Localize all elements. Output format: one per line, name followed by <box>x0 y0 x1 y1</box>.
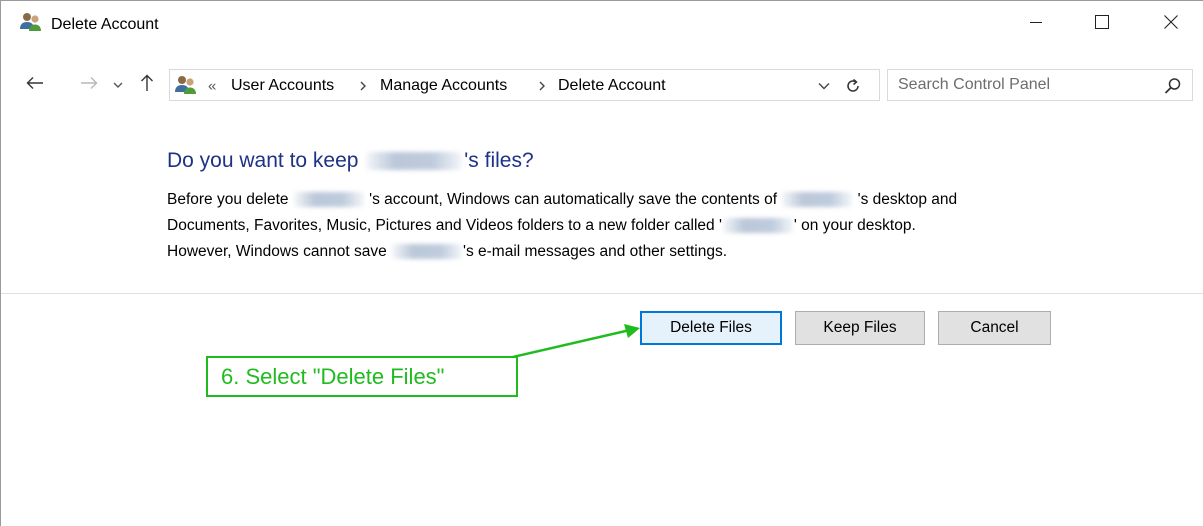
recent-locations-button[interactable] <box>110 73 126 97</box>
title-bar: Delete Account <box>1 1 1203 47</box>
search-icon[interactable] <box>1164 77 1182 95</box>
close-button[interactable] <box>1148 7 1194 41</box>
description-segment: Documents, Favorites, Music, Pictures an… <box>167 217 722 234</box>
description-line-3: However, Windows cannot save 's e-mail m… <box>167 239 1067 265</box>
breadcrumb-delete-account[interactable]: Delete Account <box>558 77 666 95</box>
description-line-1: Before you delete 's account, Windows ca… <box>167 187 1067 213</box>
arrow-right-icon <box>80 76 98 95</box>
maximize-button[interactable] <box>1079 7 1125 41</box>
redacted-username <box>722 218 793 234</box>
user-accounts-icon <box>19 11 43 33</box>
redacted-username <box>782 192 853 208</box>
minimize-icon <box>1030 15 1042 33</box>
minimize-button[interactable] <box>1013 7 1059 41</box>
keep-files-button[interactable]: Keep Files <box>795 311 925 345</box>
description-text: Before you delete 's account, Windows ca… <box>167 187 1067 265</box>
redacted-username <box>392 244 462 260</box>
maximize-icon <box>1095 14 1109 34</box>
arrow-up-icon <box>140 74 154 97</box>
forward-button[interactable] <box>77 73 101 97</box>
page-heading: Do you want to keep 's files? <box>167 149 534 173</box>
refresh-icon[interactable] <box>842 75 864 97</box>
breadcrumb-user-accounts[interactable]: User Accounts <box>231 77 334 95</box>
heading-suffix: 's files? <box>464 149 534 172</box>
breadcrumb-separator-icon[interactable] <box>537 79 547 93</box>
description-line-2: Documents, Favorites, Music, Pictures an… <box>167 213 1067 239</box>
search-input[interactable] <box>898 73 1148 97</box>
chevron-down-icon <box>113 76 123 94</box>
description-segment: 's account, Windows can automatically sa… <box>369 191 778 208</box>
description-segment: ' on your desktop. <box>793 217 916 234</box>
annotation-callout: 6. Select "Delete Files" <box>206 356 518 397</box>
search-box[interactable] <box>887 69 1193 101</box>
address-dropdown-icon[interactable] <box>815 77 833 95</box>
delete-files-button[interactable]: Delete Files <box>640 311 782 345</box>
content-divider <box>1 293 1203 294</box>
navigation-bar: « User Accounts Manage Accounts Delete A… <box>1 63 1203 105</box>
delete-account-window: Delete Account « User Accounts Manage Ac… <box>0 0 1203 526</box>
description-segment: However, Windows cannot save <box>167 243 387 260</box>
heading-prefix: Do you want to keep <box>167 149 359 172</box>
breadcrumb-manage-accounts[interactable]: Manage Accounts <box>380 77 507 95</box>
breadcrumb-overflow[interactable]: « <box>208 78 216 95</box>
address-bar[interactable]: « User Accounts Manage Accounts Delete A… <box>169 69 880 101</box>
description-segment: Before you delete <box>167 191 289 208</box>
description-segment: 's desktop and <box>857 191 958 208</box>
arrow-left-icon <box>26 76 44 95</box>
control-panel-icon <box>174 74 198 96</box>
description-segment: 's e-mail messages and other settings. <box>463 243 727 260</box>
up-button[interactable] <box>136 73 158 97</box>
redacted-username <box>293 192 364 208</box>
close-icon <box>1164 14 1178 34</box>
redacted-username <box>366 152 463 171</box>
cancel-button[interactable]: Cancel <box>938 311 1051 345</box>
back-button[interactable] <box>23 73 47 97</box>
window-title: Delete Account <box>51 16 159 33</box>
breadcrumb-separator-icon[interactable] <box>358 79 368 93</box>
